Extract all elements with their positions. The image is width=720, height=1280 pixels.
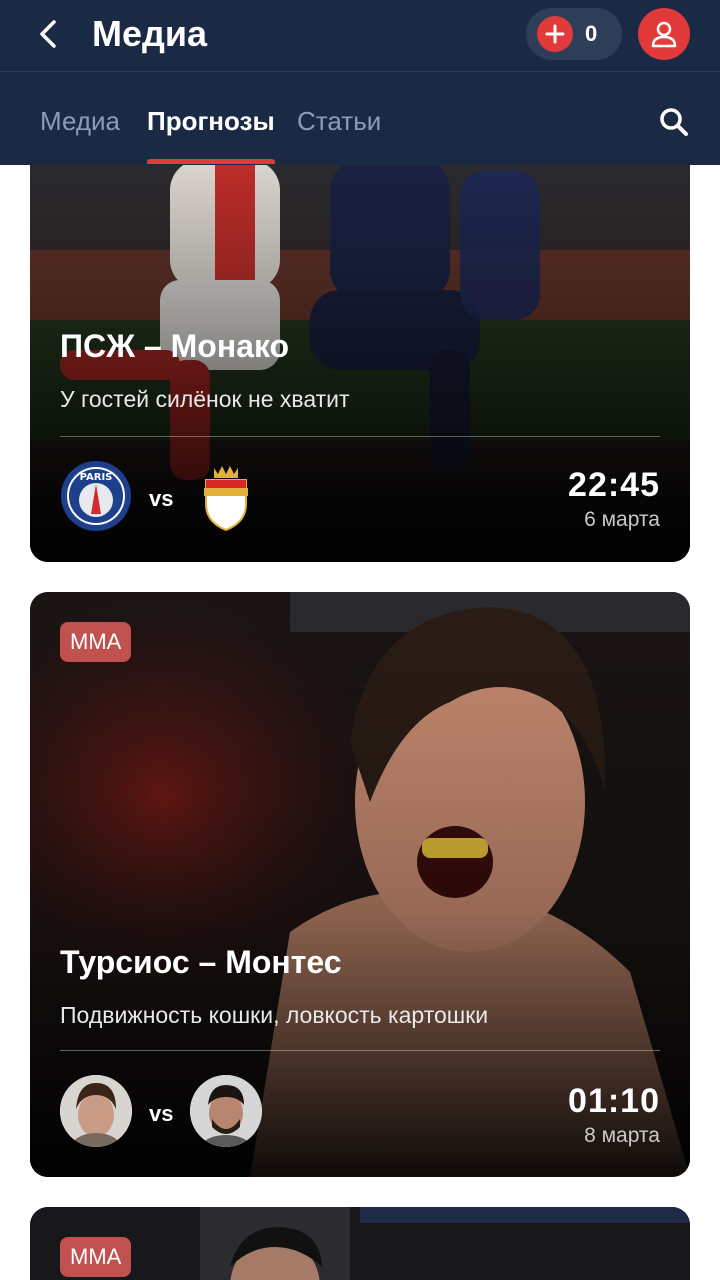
coins-count: 0 [585,21,598,46]
vs-label: vs [149,1101,174,1126]
back-button[interactable] [28,14,68,54]
card-title: ПСЖ – Монако [60,328,290,364]
chevron-left-icon [40,20,56,48]
sport-badge: MMA [60,1237,132,1277]
match-time: 22:45 [568,466,660,504]
prediction-card-mma-1[interactable]: MMA Турсиос – Монтес Подвижность кошки, … [30,592,690,1177]
prediction-card-mma-2[interactable]: MMA [30,1207,690,1280]
card-divider [60,1050,660,1051]
card-subtitle: У гостей силёнок не хватит [60,386,350,412]
tab-predictions[interactable]: Прогнозы [147,106,275,136]
psg-logo: PARIS [60,460,132,532]
profile-button[interactable] [638,8,690,60]
sport-badge: MMA [60,622,132,662]
prediction-card-psg-monaco[interactable]: ПСЖ – Монако У гостей силёнок не хватит … [30,130,690,562]
card-subtitle: Подвижность кошки, ловкость картошки [60,1002,489,1028]
top-bar: Медиа 0 [0,0,720,72]
tab-media[interactable]: Медиа [40,106,120,136]
card-title: Турсиос – Монтес [60,944,342,980]
match-time: 01:10 [568,1082,660,1120]
search-icon [660,108,688,136]
page-title: Медиа [92,13,208,54]
app-header: Медиа 0 Медиа Прогнозы Статьи [0,0,720,165]
tab-bar: Медиа Прогнозы Статьи [0,72,720,165]
user-icon [651,21,677,48]
match-date: 6 марта [584,508,660,531]
monaco-logo [190,460,262,532]
tab-articles[interactable]: Статьи [297,106,381,136]
active-tab-indicator [147,159,275,164]
match-date: 8 марта [584,1124,660,1147]
fighter-avatar-home [60,1075,132,1147]
vs-label: vs [149,486,174,511]
plus-icon [537,16,573,52]
coins-balance-button[interactable]: 0 [526,8,622,60]
svg-text:PARIS: PARIS [80,472,113,483]
fighter-avatar-away [190,1075,262,1147]
search-button[interactable] [654,102,694,142]
card-divider [60,436,660,437]
app-screen: ПСЖ – Монако У гостей силёнок не хватит … [0,0,720,1280]
